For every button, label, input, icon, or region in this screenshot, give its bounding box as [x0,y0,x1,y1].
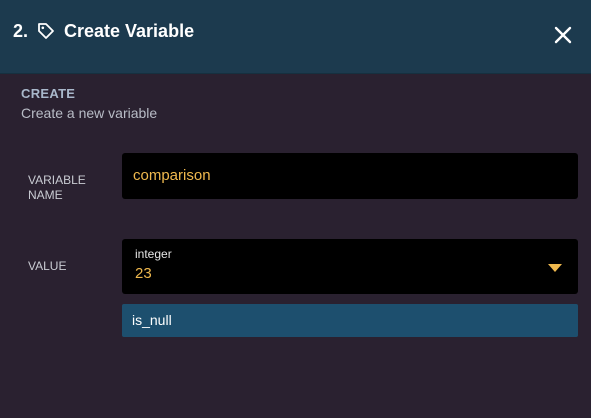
dialog-header: 2. Create Variable [0,0,591,74]
value-select[interactable]: integer 23 [122,239,578,294]
caret-down-icon [548,264,562,272]
dropdown-option-is-null[interactable]: is_null [122,304,578,337]
value-text: 23 [135,265,152,282]
variable-name-label-line1: VARIABLE [28,173,86,187]
section-description: Create a new variable [21,105,158,121]
variable-name-input[interactable]: comparison [122,153,578,199]
variable-name-label-line2: NAME [28,188,63,202]
dialog-title: Create Variable [64,21,195,41]
variable-name-label: VARIABLE NAME [28,173,108,203]
close-icon[interactable] [552,24,574,46]
step-number: 2. [13,21,29,41]
section-label: CREATE [21,86,76,101]
tag-icon [38,23,54,39]
value-label: VALUE [28,259,67,273]
value-type-label: integer [135,247,172,261]
